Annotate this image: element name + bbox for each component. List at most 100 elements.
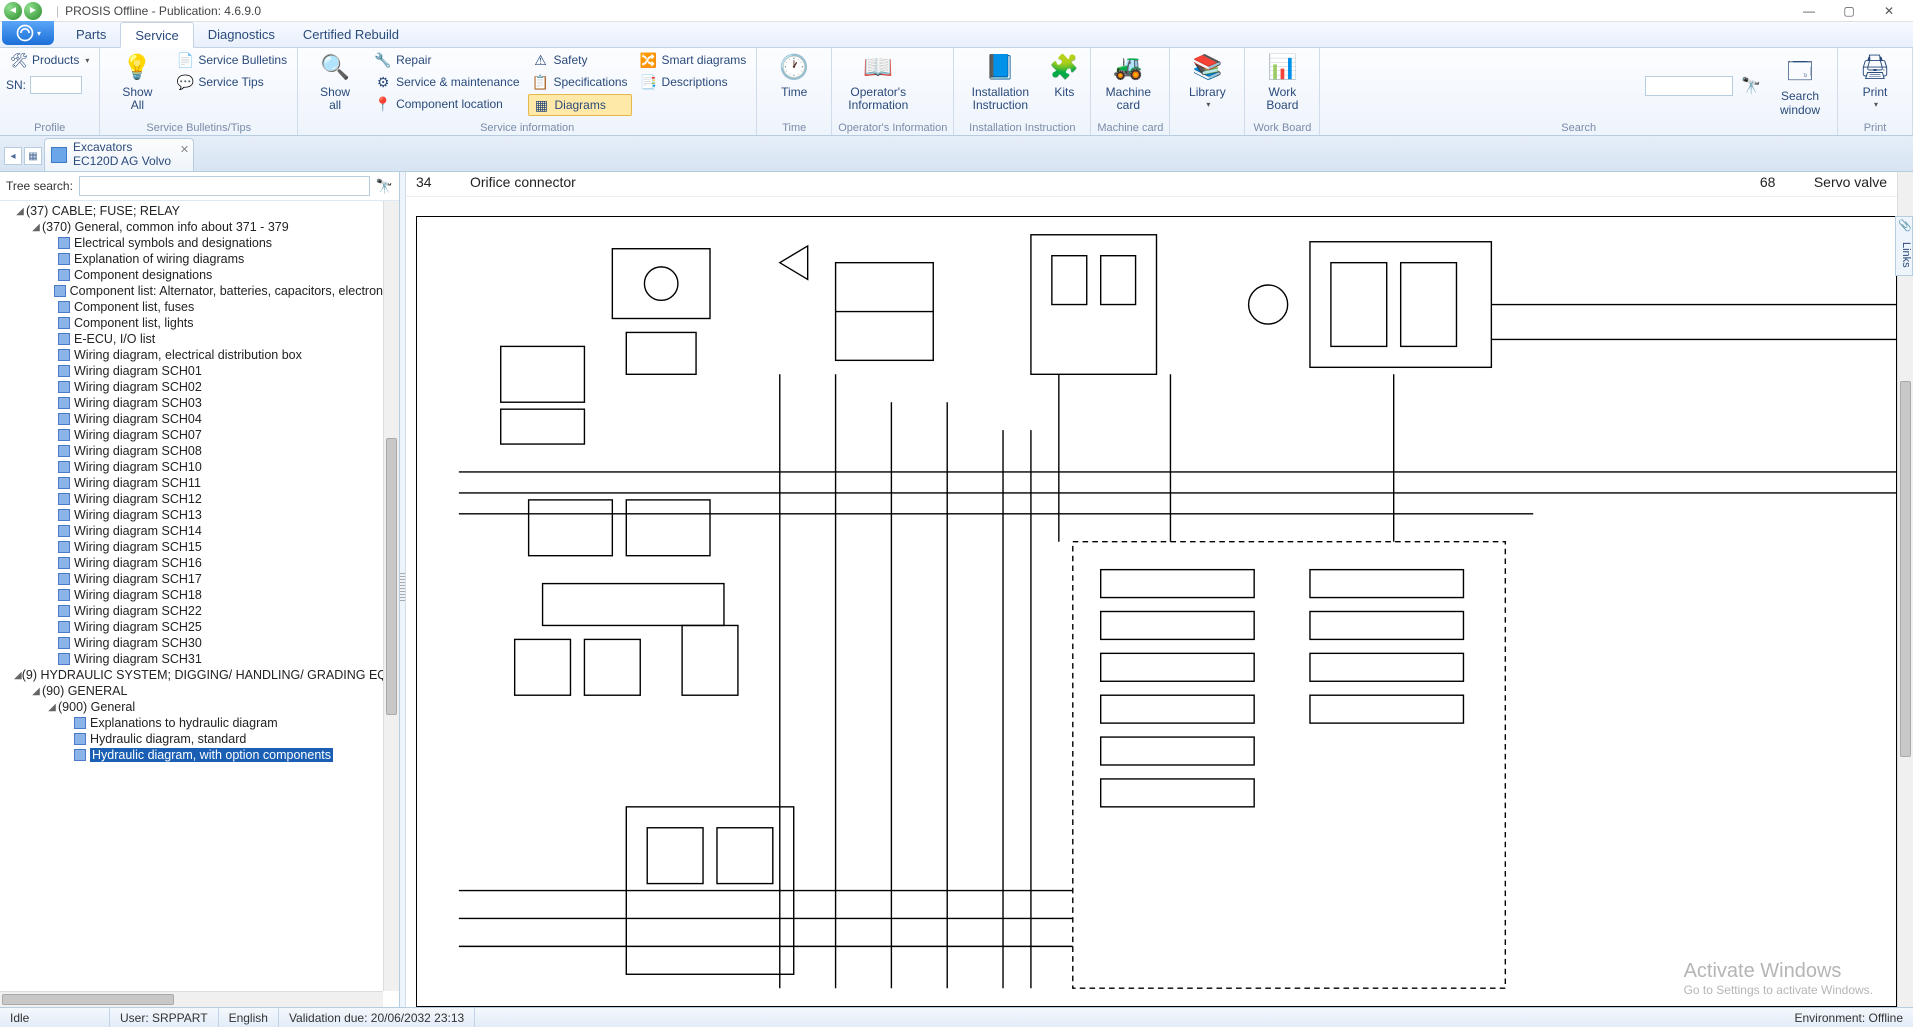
tree-item[interactable]: Wiring diagram SCH31: [2, 651, 383, 667]
installation-instruction-button[interactable]: 📘Installation Instruction: [960, 50, 1040, 112]
navigation-tree[interactable]: ◢(37) CABLE; FUSE; RELAY◢(370) General, …: [0, 201, 383, 991]
ribbon-search-input[interactable]: [1645, 76, 1733, 96]
service-maintenance-button[interactable]: ⚙Service & maintenance: [370, 72, 523, 92]
links-panel-tab[interactable]: Links: [1895, 216, 1913, 276]
search-window-button[interactable]: 🗔Search window: [1769, 54, 1831, 116]
tree-item[interactable]: Hydraulic diagram, standard: [2, 731, 383, 747]
tree-item[interactable]: Component list: Alternator, batteries, c…: [2, 283, 383, 299]
repair-button[interactable]: 🔧Repair: [370, 50, 523, 70]
nav-forward-button[interactable]: ►: [24, 2, 42, 20]
tree-item[interactable]: Wiring diagram SCH12: [2, 491, 383, 507]
document-icon: [58, 621, 70, 633]
menu-tab-service[interactable]: Service: [120, 22, 193, 48]
tree-item[interactable]: Wiring diagram SCH04: [2, 411, 383, 427]
kits-button[interactable]: 🧩Kits: [1044, 50, 1084, 99]
tree-twisty[interactable]: ◢: [46, 702, 58, 713]
tree-twisty[interactable]: ◢: [14, 670, 22, 681]
title-bar: ◄ ► | PROSIS Offline - Publication: 4.6.…: [0, 0, 1913, 22]
menu-tab-parts[interactable]: Parts: [62, 22, 120, 47]
tree-twisty[interactable]: ◢: [14, 206, 26, 217]
tabstrip-button-2[interactable]: ▦: [24, 147, 42, 165]
tree-item-label: Wiring diagram SCH18: [74, 588, 202, 602]
print-button[interactable]: 🖨Print▾: [1844, 50, 1906, 110]
tree-vertical-scrollbar[interactable]: [383, 201, 399, 991]
tree-item[interactable]: Wiring diagram SCH15: [2, 539, 383, 555]
legend-entry: 68Servo valve: [1760, 174, 1887, 190]
document-icon: [58, 525, 70, 537]
tree-item[interactable]: Wiring diagram SCH02: [2, 379, 383, 395]
document-tab[interactable]: Excavators EC120D AG Volvo ✕: [44, 138, 194, 171]
tree-item[interactable]: Explanation of wiring diagrams: [2, 251, 383, 267]
tree-item[interactable]: ◢(37) CABLE; FUSE; RELAY: [2, 203, 383, 219]
machine-card-button[interactable]: 🚜Machine card: [1097, 50, 1159, 112]
binoculars-icon[interactable]: 🔭: [1741, 76, 1761, 96]
tree-item[interactable]: Wiring diagram SCH07: [2, 427, 383, 443]
close-tab-button[interactable]: ✕: [180, 143, 189, 156]
close-window-button[interactable]: ✕: [1869, 0, 1909, 22]
tree-item[interactable]: Explanations to hydraulic diagram: [2, 715, 383, 731]
specifications-button[interactable]: 📋Specifications: [528, 72, 632, 92]
minimize-button[interactable]: —: [1789, 0, 1829, 22]
tree-twisty[interactable]: ◢: [30, 222, 42, 233]
tree-item[interactable]: Wiring diagram SCH18: [2, 587, 383, 603]
tree-item[interactable]: ◢(90) GENERAL: [2, 683, 383, 699]
tree-item[interactable]: ◢(9) HYDRAULIC SYSTEM; DIGGING/ HANDLING…: [2, 667, 383, 683]
tree-twisty[interactable]: ◢: [30, 686, 42, 697]
products-dropdown[interactable]: 🛠 Products ▾: [6, 50, 93, 70]
menu-tab-certified-rebuild[interactable]: Certified Rebuild: [289, 22, 413, 47]
status-validation: Validation due: 20/06/2032 23:13: [279, 1008, 475, 1027]
document-icon: [58, 269, 70, 281]
safety-button[interactable]: ⚠Safety: [528, 50, 632, 70]
tree-item-label: Component list, lights: [74, 316, 194, 330]
tree-item[interactable]: Wiring diagram, electrical distribution …: [2, 347, 383, 363]
tree-item[interactable]: ◢(900) General: [2, 699, 383, 715]
tree-item-label: Wiring diagram SCH12: [74, 492, 202, 506]
tree-item[interactable]: Wiring diagram SCH10: [2, 459, 383, 475]
service-bulletins-button[interactable]: 📄Service Bulletins: [172, 50, 291, 70]
ribbon-group-print: 🖨Print▾ Print: [1838, 48, 1913, 135]
tabstrip-button-1[interactable]: ◂: [4, 147, 22, 165]
maximize-button[interactable]: ▢: [1829, 0, 1869, 22]
tree-item[interactable]: Wiring diagram SCH01: [2, 363, 383, 379]
tree-item[interactable]: Wiring diagram SCH25: [2, 619, 383, 635]
smart-diagrams-button[interactable]: 🔀Smart diagrams: [636, 50, 751, 70]
bulletins-show-all-button[interactable]: 💡 Show All: [106, 50, 168, 112]
sn-input[interactable]: [30, 76, 82, 94]
tree-item[interactable]: Wiring diagram SCH08: [2, 443, 383, 459]
app-menu-button[interactable]: ▾: [2, 21, 54, 45]
tree-item[interactable]: Wiring diagram SCH11: [2, 475, 383, 491]
tree-horizontal-scrollbar[interactable]: [0, 991, 383, 1007]
tree-item[interactable]: Component list, fuses: [2, 299, 383, 315]
tree-item-label: Component designations: [74, 268, 212, 282]
document-icon: [58, 365, 70, 377]
hydraulic-diagram-image[interactable]: [416, 216, 1897, 1007]
tree-item[interactable]: Wiring diagram SCH22: [2, 603, 383, 619]
tree-search-input[interactable]: [79, 176, 370, 196]
service-tips-button[interactable]: 💬Service Tips: [172, 72, 291, 92]
tree-item[interactable]: Wiring diagram SCH03: [2, 395, 383, 411]
work-board-button[interactable]: 📊Work Board: [1251, 50, 1313, 112]
component-location-button[interactable]: 📍Component location: [370, 94, 523, 114]
menu-tab-diagnostics[interactable]: Diagnostics: [194, 22, 289, 47]
tree-item[interactable]: Component designations: [2, 267, 383, 283]
service-show-all-button[interactable]: 🔍 Show all: [304, 50, 366, 112]
tree-item[interactable]: Wiring diagram SCH30: [2, 635, 383, 651]
tree-item[interactable]: Wiring diagram SCH16: [2, 555, 383, 571]
diagrams-button[interactable]: ▦Diagrams: [528, 94, 632, 116]
content-vertical-scrollbar[interactable]: [1897, 172, 1913, 1007]
descriptions-button[interactable]: 📑Descriptions: [636, 72, 751, 92]
tree-item[interactable]: Wiring diagram SCH13: [2, 507, 383, 523]
tree-item[interactable]: Electrical symbols and designations: [2, 235, 383, 251]
nav-back-button[interactable]: ◄: [4, 2, 22, 20]
time-button[interactable]: 🕐Time: [763, 50, 825, 99]
operators-info-button[interactable]: 📖Operator's Information: [838, 50, 918, 112]
tree-item[interactable]: Wiring diagram SCH14: [2, 523, 383, 539]
library-button[interactable]: 📚Library▾: [1176, 50, 1238, 110]
tree-item[interactable]: Hydraulic diagram, with option component…: [2, 747, 383, 763]
tree-search-button[interactable]: 🔭: [376, 178, 393, 195]
tree-item[interactable]: E-ECU, I/O list: [2, 331, 383, 347]
tree-item-label: (37) CABLE; FUSE; RELAY: [26, 204, 180, 218]
tree-item[interactable]: Wiring diagram SCH17: [2, 571, 383, 587]
tree-item[interactable]: Component list, lights: [2, 315, 383, 331]
tree-item[interactable]: ◢(370) General, common info about 371 - …: [2, 219, 383, 235]
